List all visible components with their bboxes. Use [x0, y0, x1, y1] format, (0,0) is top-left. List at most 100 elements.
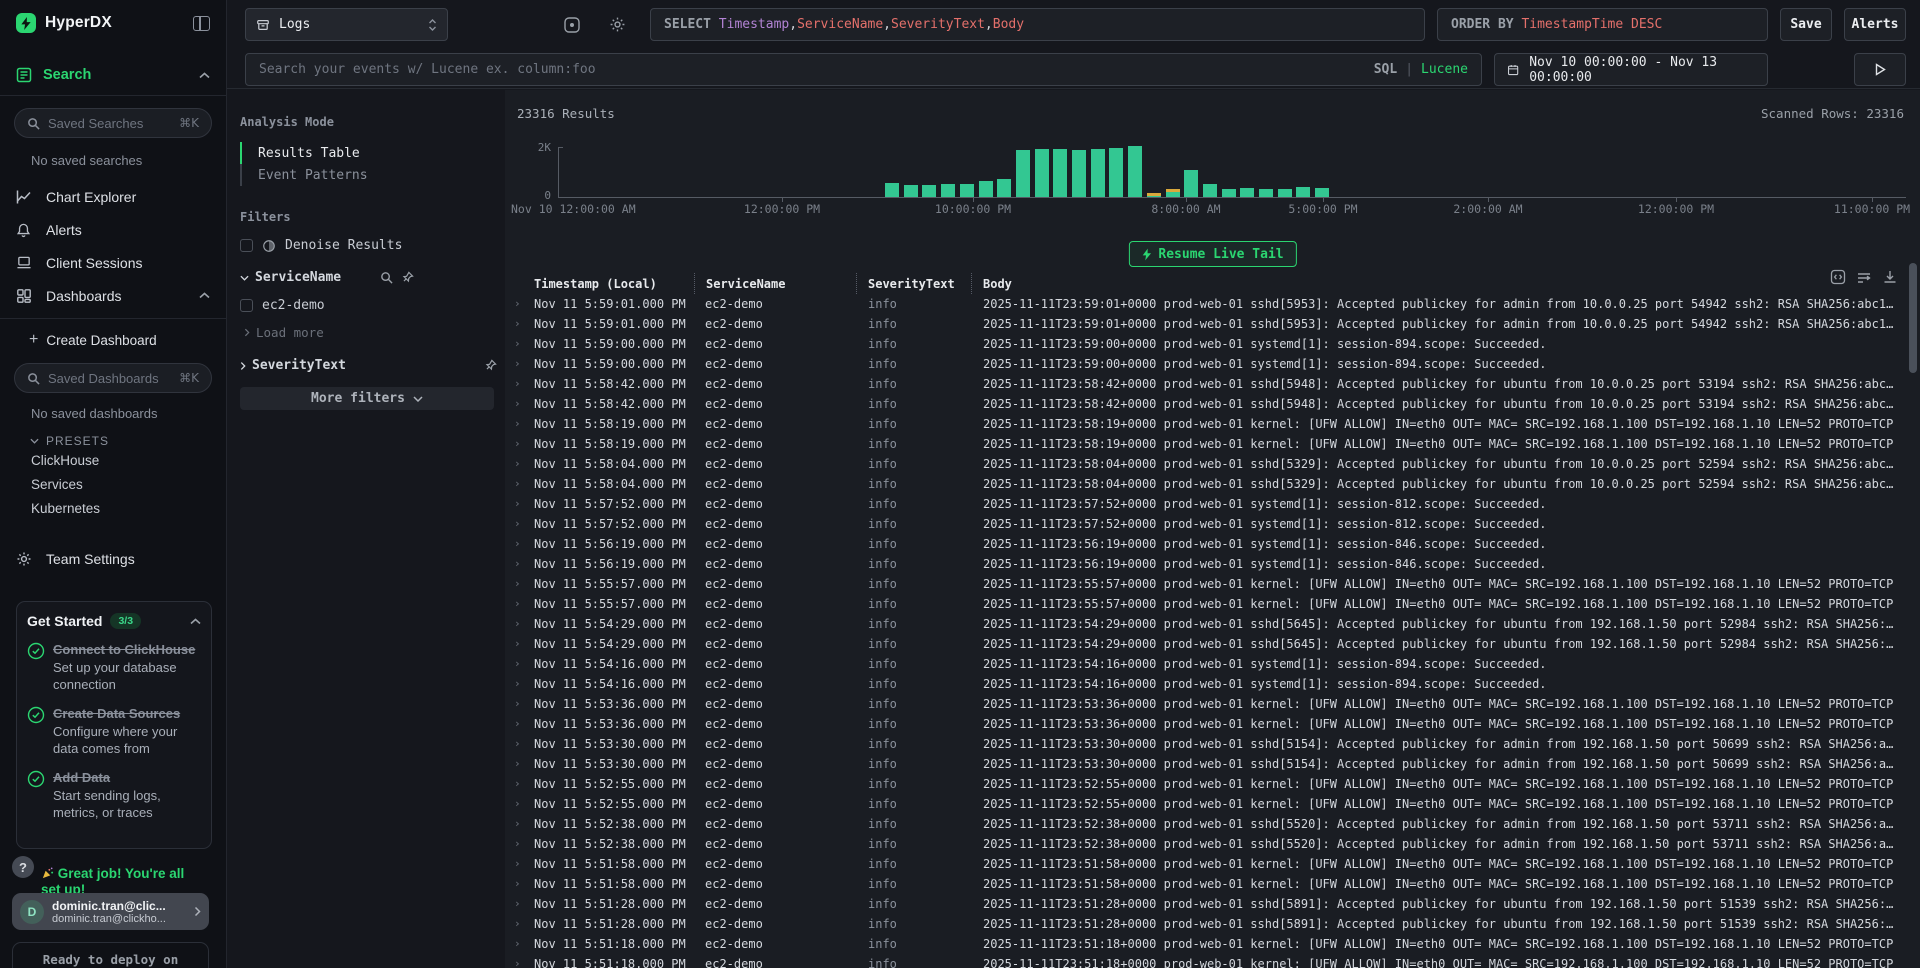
row-expand-icon[interactable]: › [514, 517, 521, 530]
histogram-bar[interactable] [1184, 170, 1198, 197]
table-row[interactable]: ›Nov 11 5:59:00.000 PMec2-demoinfo2025-1… [505, 354, 1920, 374]
row-expand-icon[interactable]: › [514, 697, 521, 710]
row-expand-icon[interactable]: › [514, 777, 521, 790]
scrollbar[interactable] [1909, 263, 1917, 373]
table-row[interactable]: ›Nov 11 5:53:30.000 PMec2-demoinfo2025-1… [505, 734, 1920, 754]
row-expand-icon[interactable]: › [514, 577, 521, 590]
column-header-servicename[interactable]: ServiceName [694, 273, 856, 294]
help-button[interactable]: ? [12, 856, 34, 878]
table-row[interactable]: ›Nov 11 5:51:18.000 PMec2-demoinfo2025-1… [505, 934, 1920, 954]
table-row[interactable]: ›Nov 11 5:56:19.000 PMec2-demoinfo2025-1… [505, 554, 1920, 574]
denoise-results-checkbox[interactable]: Denoise Results [240, 238, 505, 253]
table-row[interactable]: ›Nov 11 5:58:19.000 PMec2-demoinfo2025-1… [505, 434, 1920, 454]
table-row[interactable]: ›Nov 11 5:53:36.000 PMec2-demoinfo2025-1… [505, 714, 1920, 734]
run-query-button[interactable] [1854, 53, 1906, 86]
row-expand-icon[interactable]: › [514, 297, 521, 310]
pin-icon[interactable] [484, 359, 497, 372]
table-row[interactable]: ›Nov 11 5:51:28.000 PMec2-demoinfo2025-1… [505, 894, 1920, 914]
table-row[interactable]: ›Nov 11 5:58:42.000 PMec2-demoinfo2025-1… [505, 394, 1920, 414]
table-row[interactable]: ›Nov 11 5:57:52.000 PMec2-demoinfo2025-1… [505, 514, 1920, 534]
histogram-bar[interactable] [904, 185, 918, 197]
table-row[interactable]: ›Nov 11 5:54:29.000 PMec2-demoinfo2025-1… [505, 614, 1920, 634]
resume-live-tail-button[interactable]: Resume Live Tail [1128, 241, 1296, 267]
load-more-button[interactable]: Load more [244, 325, 505, 340]
preset-services[interactable]: Services [31, 472, 226, 496]
select-query-input[interactable]: SELECT Timestamp,ServiceName,SeverityTex… [650, 8, 1425, 41]
presets-toggle[interactable]: PRESETS [30, 434, 226, 448]
sidebar-item-search[interactable]: Search [0, 67, 226, 83]
histogram-bar[interactable] [1203, 184, 1217, 197]
filter-option-ec2-demo[interactable]: ec2-demo [240, 298, 505, 313]
table-row[interactable]: ›Nov 11 5:55:57.000 PMec2-demoinfo2025-1… [505, 594, 1920, 614]
histogram-bar[interactable] [941, 184, 955, 197]
table-row[interactable]: ›Nov 11 5:51:18.000 PMec2-demoinfo2025-1… [505, 954, 1920, 968]
checkbox[interactable] [240, 299, 253, 312]
histogram-bar[interactable] [1315, 188, 1329, 197]
row-expand-icon[interactable]: › [514, 737, 521, 750]
table-row[interactable]: ›Nov 11 5:54:29.000 PMec2-demoinfo2025-1… [505, 634, 1920, 654]
table-row[interactable]: ›Nov 11 5:55:57.000 PMec2-demoinfo2025-1… [505, 574, 1920, 594]
events-histogram[interactable] [558, 147, 1906, 198]
table-row[interactable]: ›Nov 11 5:54:16.000 PMec2-demoinfo2025-1… [505, 674, 1920, 694]
column-header-body[interactable]: Body [971, 273, 1920, 294]
search-icon[interactable] [380, 271, 393, 284]
row-expand-icon[interactable]: › [514, 597, 521, 610]
save-button[interactable]: Save [1780, 8, 1832, 41]
checkbox[interactable] [240, 239, 253, 252]
severitytext-filter-group[interactable]: SeverityText [240, 358, 505, 373]
alerts-button[interactable]: Alerts [1844, 8, 1906, 41]
table-row[interactable]: ›Nov 11 5:59:00.000 PMec2-demoinfo2025-1… [505, 334, 1920, 354]
table-row[interactable]: ›Nov 11 5:53:36.000 PMec2-demoinfo2025-1… [505, 694, 1920, 714]
table-row[interactable]: ›Nov 11 5:52:55.000 PMec2-demoinfo2025-1… [505, 774, 1920, 794]
expand-code-icon[interactable] [1830, 269, 1846, 285]
row-expand-icon[interactable]: › [514, 397, 521, 410]
user-menu[interactable]: D dominic.tran@clic... dominic.tran@clic… [12, 893, 209, 930]
row-expand-icon[interactable]: › [514, 837, 521, 850]
histogram-bar[interactable] [1072, 150, 1086, 197]
row-expand-icon[interactable]: › [514, 957, 521, 968]
sidebar-collapse-icon[interactable] [193, 16, 210, 31]
histogram-bar[interactable] [1128, 146, 1142, 197]
download-icon[interactable] [1882, 269, 1898, 285]
row-expand-icon[interactable]: › [514, 657, 521, 670]
pin-icon[interactable] [401, 271, 414, 284]
table-row[interactable]: ›Nov 11 5:56:19.000 PMec2-demoinfo2025-1… [505, 534, 1920, 554]
table-row[interactable]: ›Nov 11 5:59:01.000 PMec2-demoinfo2025-1… [505, 294, 1920, 314]
column-header-timestamp[interactable]: Timestamp (Local) [505, 273, 694, 294]
histogram-bar[interactable] [1296, 187, 1310, 197]
saved-searches-input[interactable]: Saved Searches ⌘K [14, 108, 212, 138]
table-row[interactable]: ›Nov 11 5:51:28.000 PMec2-demoinfo2025-1… [505, 914, 1920, 934]
saved-dashboards-input[interactable]: Saved Dashboards ⌘K [14, 363, 212, 393]
row-expand-icon[interactable]: › [514, 477, 521, 490]
table-row[interactable]: ›Nov 11 5:51:58.000 PMec2-demoinfo2025-1… [505, 874, 1920, 894]
row-expand-icon[interactable]: › [514, 757, 521, 770]
lang-sql-toggle[interactable]: SQL [1374, 62, 1397, 77]
histogram-bar[interactable] [885, 183, 899, 197]
row-expand-icon[interactable]: › [514, 617, 521, 630]
histogram-bar[interactable] [1278, 189, 1292, 197]
table-row[interactable]: ›Nov 11 5:58:04.000 PMec2-demoinfo2025-1… [505, 474, 1920, 494]
row-expand-icon[interactable]: › [514, 677, 521, 690]
table-row[interactable]: ›Nov 11 5:51:58.000 PMec2-demoinfo2025-1… [505, 854, 1920, 874]
sidebar-item-chart-explorer[interactable]: Chart Explorer [0, 180, 226, 213]
histogram-bar[interactable] [997, 179, 1011, 197]
table-row[interactable]: ›Nov 11 5:58:42.000 PMec2-demoinfo2025-1… [505, 374, 1920, 394]
tab-event-patterns[interactable]: Event Patterns [240, 164, 505, 186]
histogram-bar[interactable] [1053, 149, 1067, 197]
gear-icon[interactable] [609, 16, 626, 33]
histogram-bar[interactable] [1166, 189, 1180, 197]
table-row[interactable]: ›Nov 11 5:58:04.000 PMec2-demoinfo2025-1… [505, 454, 1920, 474]
table-row[interactable]: ›Nov 11 5:57:52.000 PMec2-demoinfo2025-1… [505, 494, 1920, 514]
histogram-bar[interactable] [1016, 150, 1030, 197]
row-expand-icon[interactable]: › [514, 797, 521, 810]
more-filters-button[interactable]: More filters [240, 387, 494, 410]
row-expand-icon[interactable]: › [514, 377, 521, 390]
focus-mode-icon[interactable] [563, 16, 581, 34]
table-row[interactable]: ›Nov 11 5:59:01.000 PMec2-demoinfo2025-1… [505, 314, 1920, 334]
row-expand-icon[interactable]: › [514, 637, 521, 650]
preset-kubernetes[interactable]: Kubernetes [31, 496, 226, 520]
row-expand-icon[interactable]: › [514, 357, 521, 370]
date-range-picker[interactable]: Nov 10 00:00:00 - Nov 13 00:00:00 [1494, 53, 1768, 86]
row-expand-icon[interactable]: › [514, 557, 521, 570]
table-row[interactable]: ›Nov 11 5:54:16.000 PMec2-demoinfo2025-1… [505, 654, 1920, 674]
